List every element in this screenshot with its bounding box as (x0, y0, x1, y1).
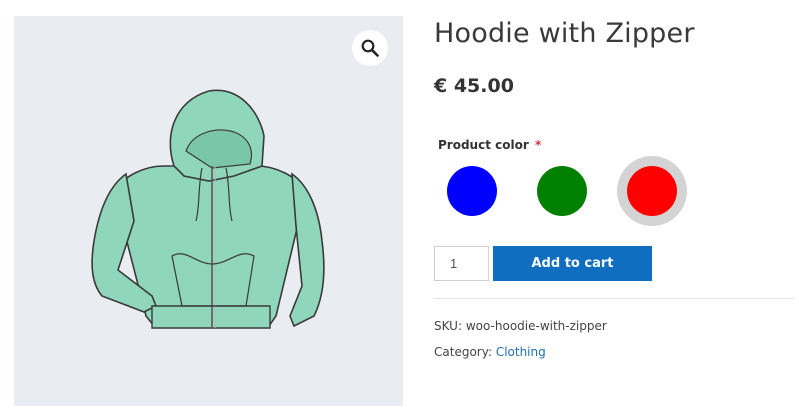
product-image[interactable] (14, 16, 403, 406)
swatch-green-dot (537, 166, 587, 216)
sku-value: woo-hoodie-with-zipper (465, 319, 607, 333)
product-title: Hoodie with Zipper (434, 18, 695, 49)
hoodie-waistband (151, 305, 271, 329)
magnifier-icon (361, 39, 379, 57)
product-category: Category: Clothing (434, 345, 546, 359)
zoom-button[interactable] (352, 30, 388, 66)
swatch-green[interactable] (527, 156, 597, 226)
swatch-red[interactable] (617, 156, 687, 226)
attribute-label: Product color * (438, 138, 541, 152)
product-gallery[interactable] (14, 16, 403, 406)
add-to-cart-form: Add to cart (434, 246, 794, 281)
quantity-input[interactable] (434, 246, 489, 281)
product-summary: Hoodie with Zipper € 45.00 Product color… (434, 0, 794, 414)
category-link[interactable]: Clothing (496, 345, 546, 359)
product-page: Hoodie with Zipper € 45.00 Product color… (0, 0, 799, 414)
swatch-red-dot (627, 166, 677, 216)
hoodie-right-sleeve (289, 172, 325, 328)
category-label: Category: (434, 345, 492, 359)
swatch-blue[interactable] (437, 156, 507, 226)
attribute-label-text: Product color (438, 138, 529, 152)
add-to-cart-button[interactable]: Add to cart (493, 246, 652, 281)
divider (434, 298, 794, 299)
swatch-blue-dot (447, 166, 497, 216)
required-mark: * (534, 138, 542, 152)
product-sku: SKU: woo-hoodie-with-zipper (434, 319, 607, 333)
sku-label: SKU: (434, 319, 462, 333)
color-swatches (434, 156, 794, 230)
product-price: € 45.00 (434, 75, 514, 97)
